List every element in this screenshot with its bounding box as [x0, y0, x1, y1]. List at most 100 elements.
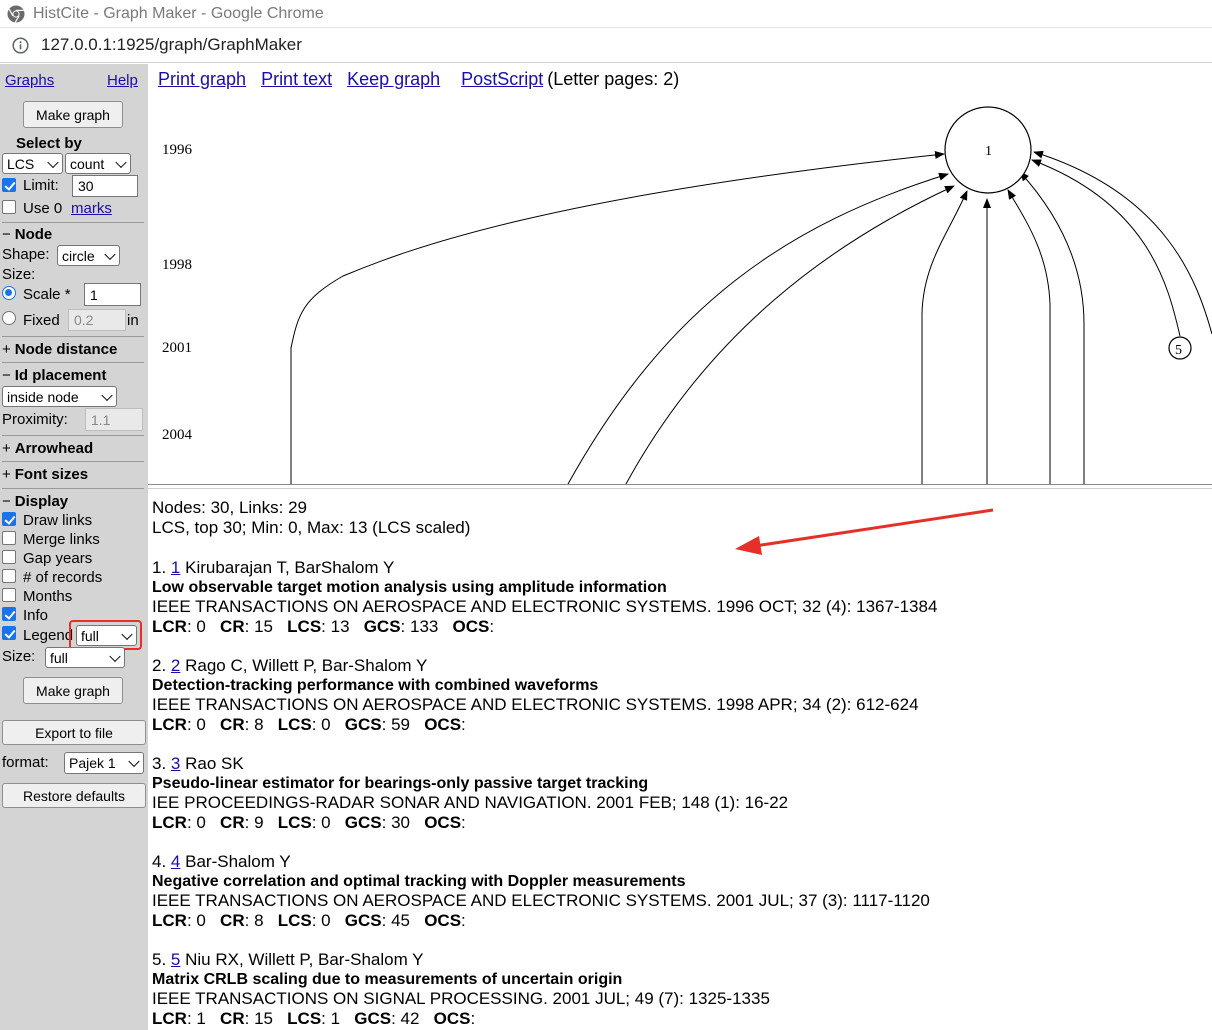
- help-link[interactable]: Help: [107, 72, 138, 89]
- record-1: 1. 1 Kirubarajan T, BarShalom Y Low obse…: [152, 558, 938, 636]
- left-control-panel: Graphs Help Make graph Select by LCS cou…: [0, 64, 148, 1030]
- citation-link: [1031, 159, 1181, 337]
- legend-size-dropdown[interactable]: full: [45, 647, 125, 668]
- merge-links-checkbox[interactable]: [2, 531, 16, 545]
- id-placement-section-toggle[interactable]: − Id placement: [2, 367, 106, 384]
- months-checkbox[interactable]: [2, 588, 16, 602]
- scale-radio[interactable]: [2, 286, 16, 300]
- num-records-label: # of records: [23, 569, 103, 586]
- font-sizes-section-toggle[interactable]: + Font sizes: [2, 466, 88, 483]
- use-label: Use 0: [23, 200, 63, 217]
- arrowhead-section-toggle[interactable]: + Arrowhead: [2, 440, 93, 457]
- divider: [2, 461, 144, 462]
- red-annotation-arrow-icon: [735, 508, 994, 555]
- year-label-1996: 1996: [162, 142, 193, 158]
- record-id-link[interactable]: 3: [171, 754, 180, 773]
- record-2: 2. 2 Rago C, Willett P, Bar-Shalom Y Det…: [152, 656, 919, 734]
- record-id-link[interactable]: 4: [171, 852, 180, 871]
- divider: [2, 435, 144, 436]
- record-title: Detection-tracking performance with comb…: [152, 676, 599, 694]
- format-label: format:: [2, 754, 49, 771]
- merge-links-label: Merge links: [23, 531, 100, 548]
- legend-checkbox[interactable]: [2, 626, 16, 640]
- shape-dropdown[interactable]: circle: [57, 245, 120, 266]
- record-metrics: LCR: 0 CR: 8 LCS: 0 GCS: 59 OCS:: [152, 714, 466, 734]
- record-metrics: LCR: 0 CR: 15 LCS: 13 GCS: 133 OCS:: [152, 616, 495, 636]
- proximity-input[interactable]: 1.1: [85, 408, 143, 431]
- print-text-link[interactable]: Print text: [261, 69, 332, 89]
- summary: Nodes: 30, Links: 29 LCS, top 30; Min: 0…: [152, 498, 470, 537]
- postscript-link[interactable]: PostScript: [461, 69, 543, 89]
- citation-link: [921, 190, 968, 484]
- chevron-down-icon: [47, 156, 59, 168]
- select-mode-dropdown[interactable]: count: [65, 153, 131, 174]
- make-graph-button-top[interactable]: Make graph: [23, 101, 123, 128]
- fixed-radio[interactable]: [2, 311, 16, 325]
- letter-pages-note: (Letter pages: 2): [547, 69, 680, 89]
- chevron-down-icon: [115, 156, 127, 168]
- citation-link: [1007, 189, 1051, 484]
- citation-link: [1033, 150, 1212, 335]
- scale-label: Scale *: [23, 286, 71, 303]
- chevron-down-icon: [104, 248, 116, 260]
- divider: [2, 222, 144, 223]
- record-metrics: LCR: 1 CR: 15 LCS: 1 GCS: 42 OCS:: [152, 1008, 476, 1028]
- marks-link[interactable]: marks: [71, 200, 112, 217]
- select-by-label: Select by: [16, 135, 82, 152]
- year-label-1998: 1998: [162, 257, 192, 273]
- restore-defaults-button[interactable]: Restore defaults: [2, 783, 146, 808]
- id-placement-dropdown[interactable]: inside node: [2, 386, 117, 407]
- record-metrics: LCR: 0 CR: 8 LCS: 0 GCS: 45 OCS:: [152, 910, 466, 930]
- fixed-unit: in: [127, 312, 139, 329]
- info-label: Info: [23, 607, 49, 624]
- limit-input[interactable]: 30: [72, 175, 138, 197]
- limit-checkbox[interactable]: [2, 178, 16, 192]
- record-3: 3. 3 Rao SK Pseudo-linear estimator for …: [152, 754, 789, 832]
- citation-link: [567, 172, 949, 484]
- num-records-checkbox[interactable]: [2, 569, 16, 583]
- fixed-input[interactable]: 0.2: [68, 309, 126, 331]
- record-title: Low observable target motion analysis us…: [152, 578, 667, 596]
- citation-link: [1019, 171, 1085, 484]
- divider: [2, 362, 144, 363]
- node-section-toggle[interactable]: − Node: [2, 226, 52, 243]
- citation-link: [290, 150, 945, 484]
- info-checkbox[interactable]: [2, 607, 16, 621]
- graphs-link[interactable]: Graphs: [5, 72, 54, 89]
- divider: [2, 488, 144, 489]
- address-bar[interactable]: 127.0.0.1:1925/graph/GraphMaker: [0, 28, 1212, 63]
- use-marks-checkbox[interactable]: [2, 200, 16, 214]
- chevron-down-icon: [101, 389, 113, 401]
- draw-links-checkbox[interactable]: [2, 512, 16, 526]
- display-section-toggle[interactable]: − Display: [2, 493, 68, 510]
- shape-label: Shape:: [2, 246, 50, 263]
- node-distance-section-toggle[interactable]: + Node distance: [2, 341, 117, 358]
- summary-line-2: LCS, top 30; Min: 0, Max: 13 (LCS scaled…: [152, 517, 471, 537]
- record-source: IEEE TRANSACTIONS ON AEROSPACE AND ELECT…: [152, 891, 930, 910]
- gap-years-checkbox[interactable]: [2, 550, 16, 564]
- window-title: HistCite - Graph Maker - Google Chrome: [33, 4, 324, 22]
- info-pane: Nodes: 30, Links: 29 LCS, top 30; Min: 0…: [148, 490, 1212, 1030]
- select-by-dropdown[interactable]: LCS: [2, 153, 63, 174]
- url-text[interactable]: 127.0.0.1:1925/graph/GraphMaker: [41, 35, 302, 55]
- chevron-down-icon: [128, 755, 140, 768]
- divider: [2, 336, 144, 337]
- record-id-link[interactable]: 5: [171, 950, 180, 969]
- print-graph-link[interactable]: Print graph: [158, 69, 246, 89]
- record-title: Pseudo-linear estimator for bearings-onl…: [152, 774, 649, 792]
- scale-input[interactable]: 1: [84, 283, 141, 306]
- site-info-icon[interactable]: [12, 36, 29, 54]
- record-id-link[interactable]: 1: [171, 558, 180, 577]
- limit-label: Limit:: [23, 177, 59, 194]
- keep-graph-link[interactable]: Keep graph: [347, 69, 440, 89]
- pane-splitter[interactable]: [148, 484, 1212, 489]
- make-graph-button-bottom[interactable]: Make graph: [23, 677, 123, 704]
- record-source: IEE PROCEEDINGS-RADAR SONAR AND NAVIGATI…: [152, 793, 789, 812]
- record-id-link[interactable]: 2: [171, 656, 180, 675]
- red-highlight-box: [69, 620, 142, 650]
- format-dropdown[interactable]: Pajek 1: [64, 752, 144, 774]
- record-5: 5. 5 Niu RX, Willett P, Bar-Shalom Y Mat…: [152, 950, 770, 1028]
- browser-titlebar: HistCite - Graph Maker - Google Chrome: [0, 0, 1212, 28]
- citation-graph: 1996 1998 2001 2004 1 5: [162, 106, 1212, 484]
- export-to-file-button[interactable]: Export to file: [2, 720, 146, 745]
